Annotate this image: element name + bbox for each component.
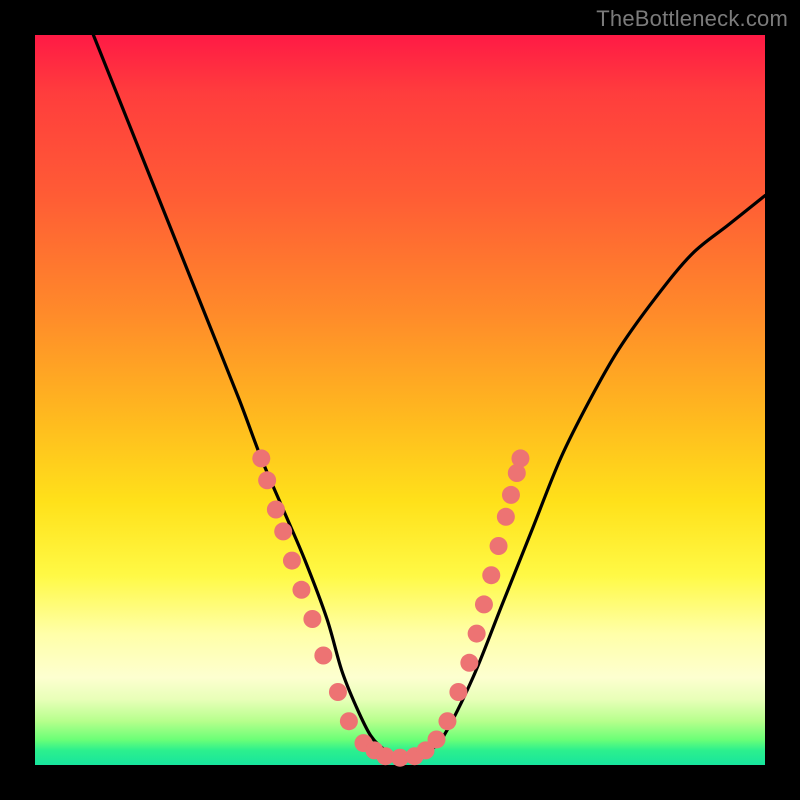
highlight-dot	[329, 683, 347, 701]
curve-svg	[35, 35, 765, 765]
chart-frame: TheBottleneck.com	[0, 0, 800, 800]
highlight-dot	[283, 552, 301, 570]
highlight-dot	[340, 712, 358, 730]
highlight-dot	[292, 581, 310, 599]
highlight-dot	[468, 625, 486, 643]
highlight-dot	[314, 647, 332, 665]
highlight-dot	[511, 449, 529, 467]
highlight-dot	[274, 522, 292, 540]
highlight-dot	[460, 654, 478, 672]
highlight-dot	[449, 683, 467, 701]
highlight-dot	[303, 610, 321, 628]
highlight-dot	[252, 449, 270, 467]
highlight-dot	[258, 471, 276, 489]
highlight-dot	[267, 501, 285, 519]
highlight-dot	[490, 537, 508, 555]
highlight-dot	[497, 508, 515, 526]
highlight-dot	[482, 566, 500, 584]
watermark-text: TheBottleneck.com	[596, 6, 788, 32]
plot-area	[35, 35, 765, 765]
highlight-dot	[475, 595, 493, 613]
highlight-dot	[438, 712, 456, 730]
highlight-dot	[428, 730, 446, 748]
highlight-dot	[502, 486, 520, 504]
highlight-dots-group	[252, 449, 529, 766]
bottleneck-curve	[93, 35, 765, 759]
